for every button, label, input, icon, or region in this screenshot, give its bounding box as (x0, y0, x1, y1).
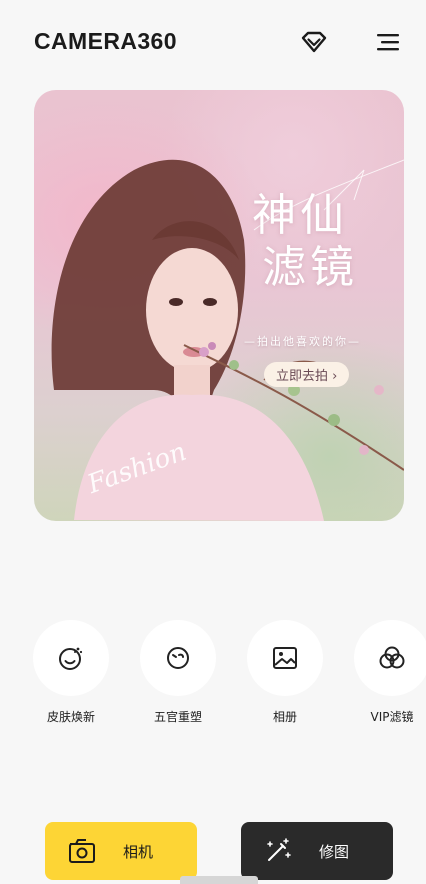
filter-circles-icon (379, 646, 405, 669)
banner-title-line1: 神仙 (252, 190, 348, 241)
feature-label: 皮肤焕新 (46, 710, 95, 724)
face-sparkle-icon (59, 647, 83, 670)
photo-edit-button[interactable]: 修图 (241, 822, 393, 880)
feature-skin-renew[interactable]: 皮肤焕新 (21, 620, 121, 725)
feature-circle[interactable] (140, 620, 216, 696)
feature-circle[interactable] (247, 620, 323, 696)
banner-portrait-illustration (51, 159, 404, 521)
promo-banner[interactable]: 神仙 滤镜 —拍出他喜欢的你— 立即去拍 › Fashion (34, 90, 404, 521)
feature-circle[interactable] (354, 620, 426, 696)
camera-icon (67, 836, 97, 866)
feature-vip-filter[interactable]: VIP滤镜 (342, 620, 426, 725)
face-reshape-icon (167, 647, 189, 669)
feature-label: VIP滤镜 (370, 710, 414, 724)
hamburger-menu-icon[interactable] (374, 28, 402, 56)
banner-title-line2: 滤镜 (262, 242, 358, 293)
shoot-now-button[interactable]: 立即去拍 › (264, 362, 350, 387)
home-screen: CAMERA360 神仙 滤镜 —拍出他喜欢的你— 立即去拍 › Fashion… (0, 0, 426, 884)
feature-album[interactable]: 相册 (235, 620, 335, 725)
feature-shortcuts: 皮肤焕新 五官重塑 相册 VIP滤镜 (0, 620, 426, 730)
banner-subtitle: —拍出他喜欢的你— (244, 335, 361, 348)
feature-label: 相册 (272, 710, 297, 724)
photo-edit-button-label: 修图 (319, 842, 350, 861)
banner-title: 神仙 滤镜 (252, 190, 382, 294)
image-album-icon (273, 647, 297, 669)
app-logo: CAMERA360 (34, 28, 177, 54)
diamond-icon[interactable] (300, 28, 328, 56)
magic-wand-icon (263, 836, 293, 866)
camera-button[interactable]: 相机 (45, 822, 197, 880)
camera-button-label: 相机 (123, 842, 154, 861)
home-indicator (180, 876, 258, 884)
feature-circle[interactable] (33, 620, 109, 696)
app-header: CAMERA360 (34, 22, 402, 62)
feature-label: 五官重塑 (153, 710, 202, 724)
feature-face-reshape[interactable]: 五官重塑 (128, 620, 228, 725)
